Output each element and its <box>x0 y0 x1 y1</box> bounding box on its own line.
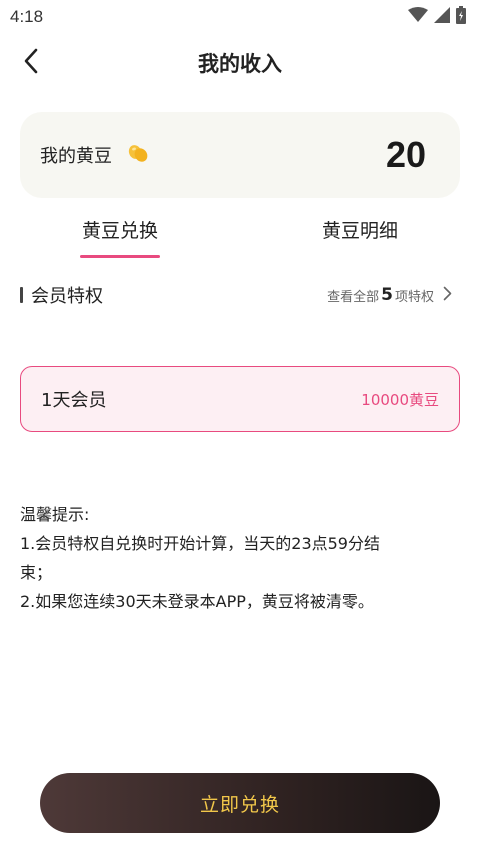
tab-label: 黄豆兑换 <box>81 219 158 242</box>
tips-section: 温馨提示: 1.会员特权自兑换时开始计算，当天的23点59分结束； 2.如果您连… <box>20 500 460 616</box>
status-time: 4:18 <box>10 7 44 26</box>
header: 我的收入 <box>0 34 480 92</box>
balance-card: 我的黄豆 20 <box>20 112 460 198</box>
cell-signal-icon <box>434 7 450 27</box>
status-icons <box>408 6 466 28</box>
plan-card[interactable]: 1天会员 10000黄豆 <box>20 366 460 432</box>
view-all-suffix: 项特权 <box>394 289 434 305</box>
plan-name: 1天会员 <box>41 390 107 411</box>
tip-line-2: 2.如果您连续30天未登录本APP，黄豆将被清零。 <box>20 592 374 611</box>
page-title: 我的收入 <box>198 52 282 76</box>
section-title-group: 会员特权 <box>20 282 103 308</box>
chevron-right-icon <box>443 286 452 305</box>
section-title: 会员特权 <box>31 286 103 307</box>
cta-container: 立即兑换 <box>40 773 440 833</box>
tab-bean-details[interactable]: 黄豆明细 <box>240 198 480 260</box>
bean-icon <box>126 141 150 169</box>
section-header: 会员特权 查看全部 5 项特权 <box>0 270 480 320</box>
balance-label: 我的黄豆 <box>40 146 112 167</box>
tab-label: 黄豆明细 <box>321 219 398 242</box>
view-all-prefix: 查看全部 <box>327 289 380 305</box>
status-bar: 4:18 <box>0 0 480 34</box>
tips-title: 温馨提示: <box>20 505 90 524</box>
tab-bar: 黄豆兑换 黄豆明细 <box>0 198 480 260</box>
balance-value: 20 <box>385 134 426 175</box>
tab-active-indicator <box>80 255 160 258</box>
balance-label-group: 我的黄豆 <box>40 141 150 169</box>
exchange-now-button[interactable]: 立即兑换 <box>40 773 440 833</box>
tab-bean-exchange[interactable]: 黄豆兑换 <box>0 198 240 260</box>
plan-price: 10000黄豆 <box>361 390 439 409</box>
back-button[interactable] <box>16 46 46 80</box>
section-marker <box>20 287 23 303</box>
battery-icon <box>456 6 466 28</box>
chevron-left-icon <box>23 48 39 78</box>
view-all-link[interactable]: 查看全部 5 项特权 <box>327 285 452 305</box>
wifi-icon <box>408 7 428 27</box>
tip-line-1: 1.会员特权自兑换时开始计算，当天的23点59分结束； <box>20 534 380 582</box>
view-all-count: 5 <box>381 285 393 305</box>
